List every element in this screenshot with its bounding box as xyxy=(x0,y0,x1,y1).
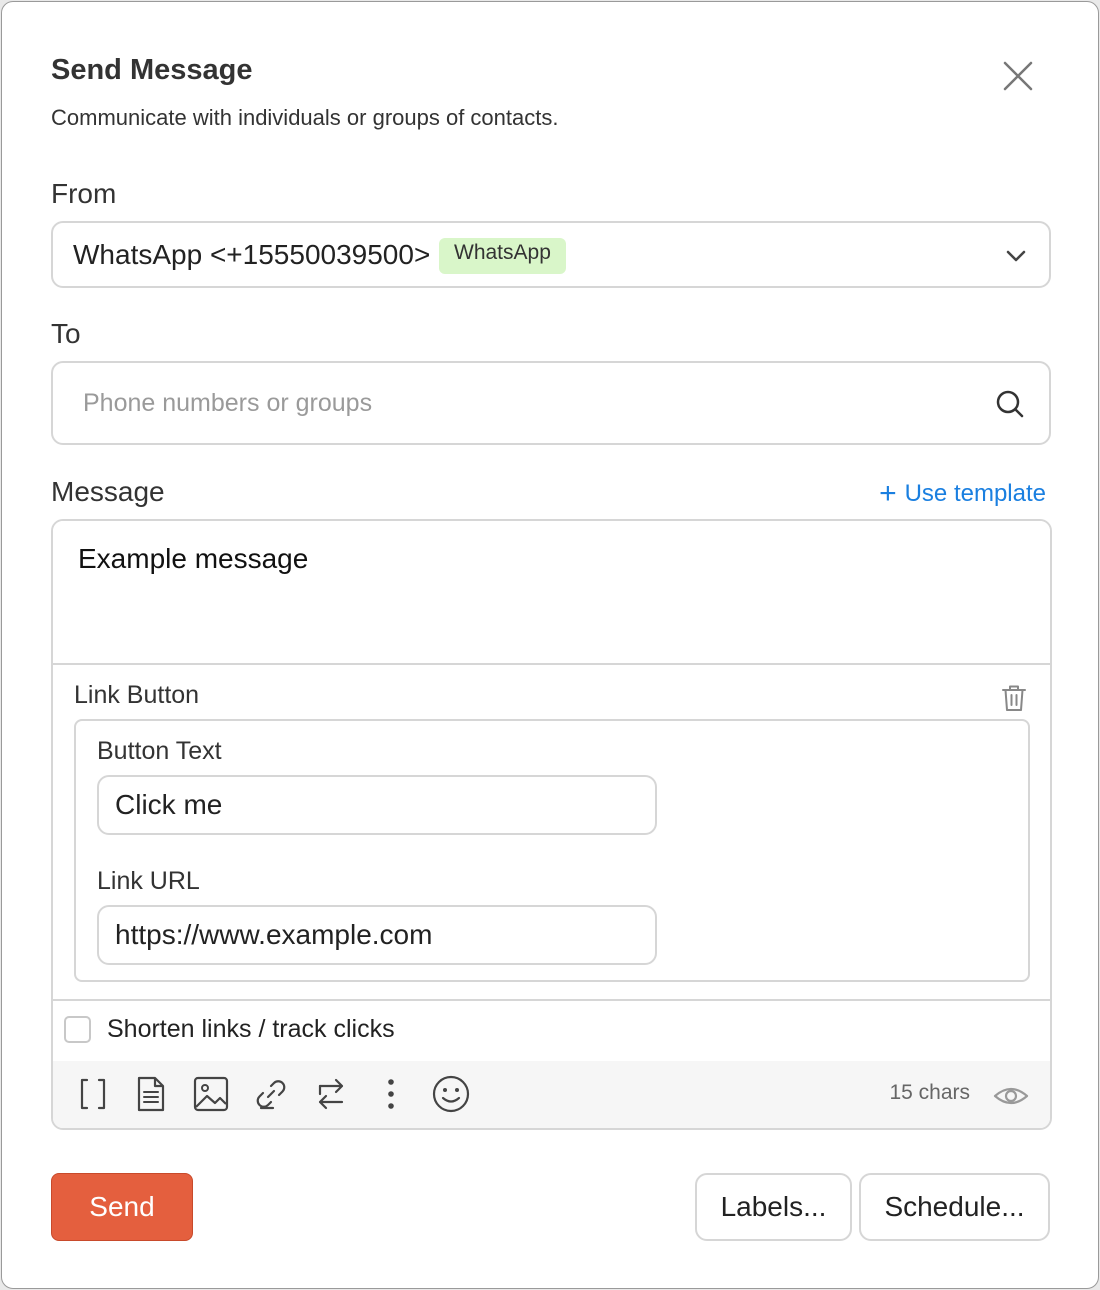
to-label: To xyxy=(51,318,81,349)
swap-icon xyxy=(318,1078,344,1110)
message-text: Example message xyxy=(78,543,309,574)
use-template-label: Use template xyxy=(904,480,1046,507)
emoji-button[interactable] xyxy=(431,1074,471,1114)
emoji-icon xyxy=(432,1075,470,1113)
labels-button[interactable]: Labels... xyxy=(695,1173,852,1241)
from-select[interactable]: WhatsApp <+15550039500> WhatsApp xyxy=(51,221,1051,288)
message-composer: Example message Link Button Button Text … xyxy=(51,519,1052,1130)
shorten-links-label: Shorten links / track clicks xyxy=(107,1015,395,1043)
button-text-input[interactable] xyxy=(97,775,657,835)
link-url-label: Link URL xyxy=(97,867,200,895)
attach-image-button[interactable] xyxy=(191,1074,231,1114)
dialog-subtitle: Communicate with individuals or groups o… xyxy=(51,105,559,130)
eye-icon[interactable] xyxy=(992,1077,1030,1115)
recipients-search-input[interactable] xyxy=(73,381,953,425)
message-textarea[interactable]: Example message xyxy=(53,521,1050,664)
image-icon xyxy=(193,1076,229,1112)
divider xyxy=(53,999,1050,1001)
link-button-panel: Button Text Link URL xyxy=(74,719,1030,982)
from-value: WhatsApp <+15550039500> xyxy=(73,239,431,270)
character-count: 15 chars xyxy=(889,1081,970,1104)
insert-variable-button[interactable] xyxy=(73,1074,113,1114)
swap-button[interactable] xyxy=(311,1074,351,1114)
search-icon[interactable] xyxy=(995,389,1025,419)
close-icon xyxy=(1003,61,1033,91)
from-label: From xyxy=(51,178,117,209)
divider xyxy=(53,663,1050,665)
button-text-label: Button Text xyxy=(97,737,222,765)
brackets-icon xyxy=(80,1078,106,1110)
insert-link-button[interactable] xyxy=(251,1074,291,1114)
shorten-links-checkbox[interactable] xyxy=(64,1016,91,1043)
dialog-title: Send Message xyxy=(51,54,253,86)
message-label: Message xyxy=(51,476,165,507)
document-icon xyxy=(137,1076,165,1112)
send-button[interactable]: Send xyxy=(51,1173,193,1241)
use-template-link[interactable]: + Use template xyxy=(879,477,1046,510)
schedule-button[interactable]: Schedule... xyxy=(859,1173,1050,1241)
trash-icon[interactable] xyxy=(1000,683,1028,713)
link-icon xyxy=(256,1080,286,1110)
channel-badge: WhatsApp xyxy=(439,238,566,274)
link-url-input[interactable] xyxy=(97,905,657,965)
to-field xyxy=(51,361,1051,445)
chevron-down-icon xyxy=(1006,250,1026,262)
composer-toolbar: 15 chars xyxy=(53,1061,1050,1128)
more-options-button[interactable] xyxy=(371,1074,411,1114)
plus-icon: + xyxy=(879,477,897,510)
shorten-links-row: Shorten links / track clicks xyxy=(64,1015,395,1044)
send-message-dialog: Send Message Communicate with individual… xyxy=(1,1,1099,1289)
more-vertical-icon xyxy=(388,1079,394,1109)
close-button[interactable] xyxy=(998,56,1038,96)
link-button-title: Link Button xyxy=(74,681,200,709)
attach-document-button[interactable] xyxy=(131,1074,171,1114)
